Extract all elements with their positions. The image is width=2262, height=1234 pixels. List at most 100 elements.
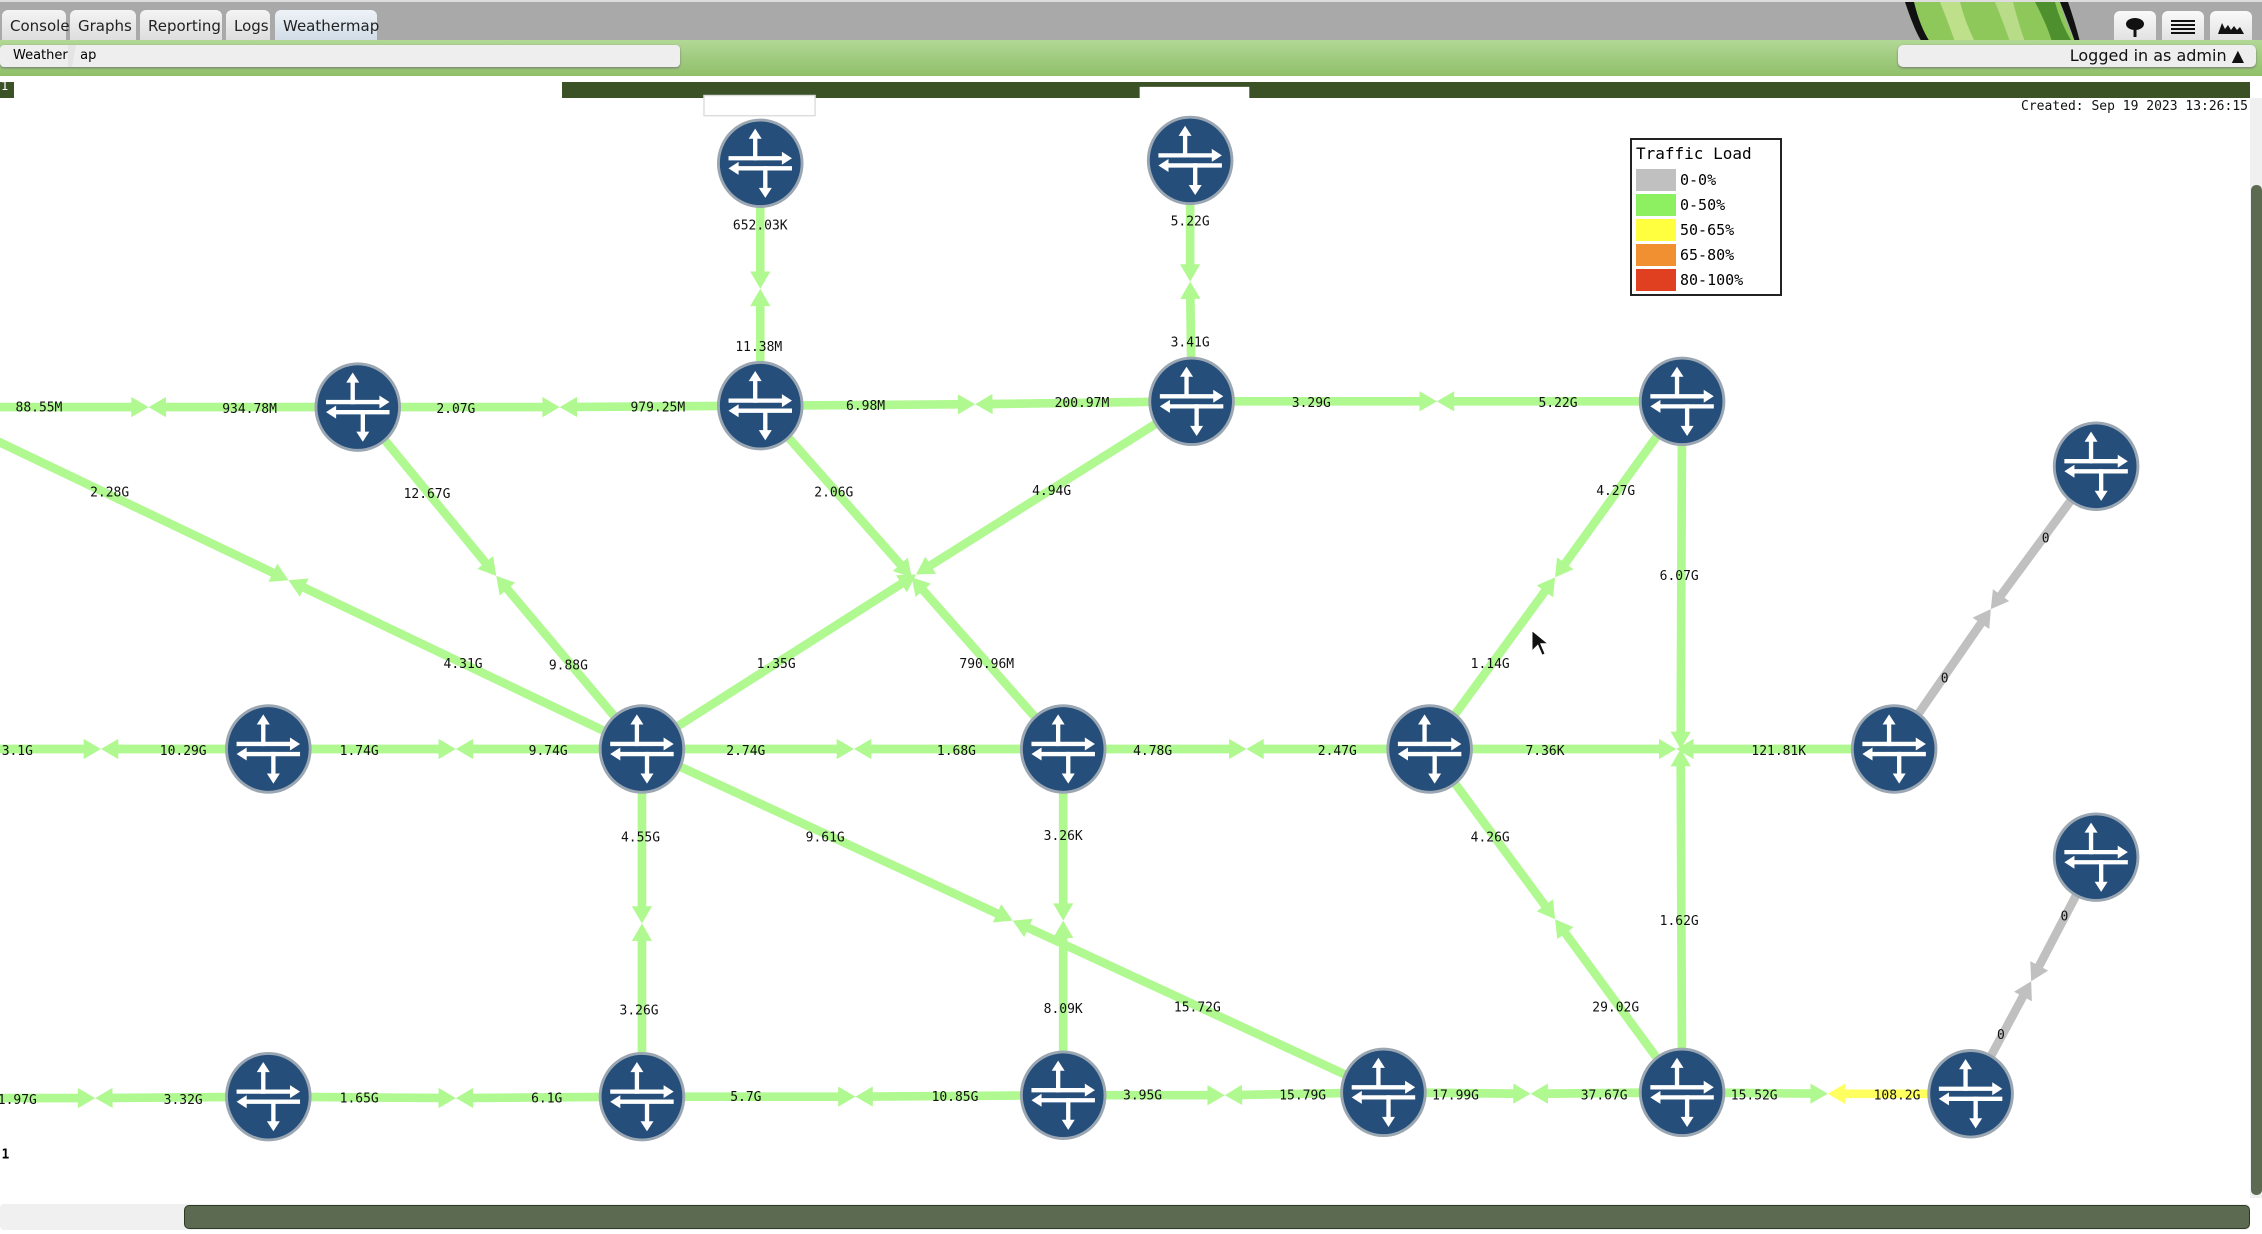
link-bandwidth-label: 1.14G — [1471, 657, 1510, 672]
link-bandwidth-label: 4.27G — [1596, 484, 1635, 499]
corner-label: 1 — [1, 1148, 9, 1163]
router-icon[interactable] — [1386, 704, 1473, 794]
link-bandwidth-label: 6.07G — [1660, 569, 1699, 584]
link[interactable]: 88.55M 934.78M — [0, 397, 358, 418]
legend-swatch — [1636, 193, 1676, 216]
legend-label: 80-100% — [1680, 270, 1744, 289]
link-bandwidth-label: 5.22G — [1538, 396, 1577, 411]
node-label-box — [1139, 86, 1250, 99]
link[interactable]: 2.28G 4.31G — [0, 408, 644, 753]
router-icon[interactable] — [1019, 1050, 1107, 1140]
router-icon[interactable] — [1927, 1049, 2014, 1139]
link-bandwidth-label: 3.29G — [1292, 396, 1331, 411]
legend-item: 80-100% — [1636, 267, 1776, 292]
router-icon[interactable] — [2052, 421, 2140, 511]
link-bandwidth-label: 15.52G — [1731, 1089, 1778, 1104]
link-bandwidth-label: 3.26K — [1044, 829, 1083, 844]
link[interactable]: 5.7G 10.85G — [641, 1086, 1064, 1107]
mouse-cursor-icon — [1531, 629, 1550, 656]
link[interactable]: 1.74G 9.74G — [268, 738, 642, 760]
router-icon[interactable] — [1146, 115, 1234, 206]
link[interactable]: 2.07G 979.25M — [357, 396, 761, 418]
link-bandwidth-label: 0 — [1997, 1028, 2005, 1043]
link-bandwidth-label: 6.98M — [846, 399, 885, 414]
link-bandwidth-label: 200.97M — [1055, 396, 1110, 411]
router-icon[interactable] — [716, 360, 804, 451]
legend-swatch — [1636, 243, 1676, 266]
link-bandwidth-label: 3.26G — [620, 1003, 659, 1018]
horizontal-scrollbar-thumb[interactable] — [184, 1205, 2250, 1229]
router-icon[interactable] — [1638, 356, 1726, 447]
link[interactable]: 9.61G 15.72G — [640, 745, 1386, 1097]
link-bandwidth-label: 9.61G — [806, 830, 845, 845]
link-bandwidth-label: 88.55M — [16, 400, 63, 415]
link[interactable]: 6.98M 200.97M — [760, 393, 1192, 415]
link-bandwidth-label: 1.74G — [340, 744, 379, 759]
router-icon[interactable] — [716, 118, 804, 209]
link-bandwidth-label: 0 — [2060, 910, 2068, 925]
link-bandwidth-label: 9.74G — [529, 744, 568, 759]
router-icon[interactable] — [225, 704, 312, 794]
link-bandwidth-label: 2.47G — [1318, 744, 1357, 759]
link-bandwidth-label: 3.32G — [164, 1093, 203, 1108]
link[interactable]: 4.94G 1.35G — [639, 397, 1194, 753]
link-bandwidth-label: 15.72G — [1174, 1001, 1221, 1016]
legend-label: 0-0% — [1680, 170, 1717, 189]
link-bandwidth-label: 0 — [1941, 672, 1949, 687]
link-bandwidth-label: 4.55G — [621, 830, 660, 845]
vertical-scrollbar-thumb[interactable] — [2251, 185, 2262, 1195]
link[interactable]: 3.95G 15.79G — [1063, 1084, 1384, 1106]
legend-label: 0-50% — [1680, 195, 1726, 214]
link-bandwidth-label: 2.07G — [436, 402, 475, 417]
link-bandwidth-label: 108.2G — [1874, 1089, 1921, 1104]
link-bandwidth-label: 9.88G — [549, 659, 588, 674]
link-bandwidth-label: 3.1G — [2, 744, 33, 759]
link[interactable]: 7.36K 121.81K — [1429, 738, 1895, 760]
router-icon[interactable] — [1019, 704, 1107, 794]
link-bandwidth-label: 29.02G — [1592, 1001, 1639, 1016]
legend-label: 50-65% — [1680, 220, 1735, 239]
router-icon[interactable] — [598, 1051, 686, 1142]
link-bandwidth-label: 4.26G — [1471, 830, 1510, 845]
router-icon[interactable] — [2052, 812, 2140, 902]
router-icon[interactable] — [1340, 1047, 1427, 1138]
link[interactable]: 3.29G 5.22G — [1191, 391, 1683, 412]
traffic-load-legend: Traffic Load 0-0% 0-50% 50-65% 65-80% 80-100… — [1630, 138, 1782, 296]
legend-swatch — [1636, 268, 1676, 291]
router-icon[interactable] — [1638, 1047, 1726, 1138]
link-bandwidth-label: 1.35G — [757, 657, 796, 672]
link-bandwidth-label: 10.29G — [160, 744, 207, 759]
router-icon[interactable] — [1148, 356, 1235, 447]
router-icon[interactable] — [225, 1051, 312, 1142]
link-bandwidth-label: 979.25M — [630, 400, 685, 415]
link[interactable]: 1.65G 6.1G — [268, 1087, 642, 1109]
link-bandwidth-label: 1.65G — [340, 1091, 379, 1106]
link-bandwidth-label: 4.78G — [1133, 744, 1172, 759]
link-bandwidth-label: 2.06G — [814, 486, 853, 501]
weathermap-canvas: 88.55M 934.78M 2.07G 979.25M 6.98M 200.97M 3.2… — [0, 86, 2140, 1163]
link[interactable]: 00 — [1890, 463, 2100, 752]
legend-label: 65-80% — [1680, 245, 1735, 264]
link-bandwidth-label: 121.81K — [1751, 744, 1806, 759]
link[interactable]: 4.78G 2.47G — [1063, 738, 1430, 760]
link-bandwidth-label: 1.62G — [1660, 914, 1699, 929]
legend-title: Traffic Load — [1636, 144, 1752, 163]
link[interactable]: 4.55G 3.26G — [620, 748, 660, 1097]
link-arrow[interactable] — [0, 408, 289, 582]
link-bandwidth-label: 15.79G — [1279, 1089, 1326, 1104]
link-bandwidth-label: 1.97G — [0, 1093, 37, 1108]
link[interactable]: 3.26K 8.09K — [1044, 748, 1083, 1096]
link[interactable]: 12.67G 9.88G — [354, 404, 646, 752]
link-bandwidth-label: 3.41G — [1171, 336, 1210, 351]
link-bandwidth-label: 3.95G — [1123, 1089, 1162, 1104]
link-bandwidth-label: 11.38M — [735, 340, 782, 355]
link[interactable]: 4.26G 29.02G — [1426, 746, 1686, 1095]
link[interactable]: 2.74G 1.68G — [641, 738, 1064, 760]
link[interactable]: 4.27G 1.14G — [1426, 398, 1686, 752]
router-icon[interactable] — [598, 704, 686, 794]
router-icon[interactable] — [314, 362, 402, 452]
legend-swatch — [1636, 168, 1676, 191]
router-icon[interactable] — [1850, 704, 1938, 794]
link[interactable]: 17.99G 37.67G — [1383, 1083, 1683, 1104]
legend-item: 0-0% — [1636, 167, 1776, 192]
